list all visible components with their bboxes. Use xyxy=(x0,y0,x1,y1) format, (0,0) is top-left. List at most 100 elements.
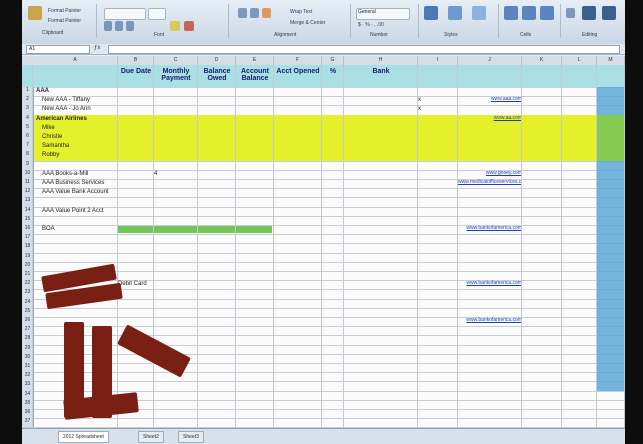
merge-center-button[interactable]: Merge & Center xyxy=(290,20,325,26)
highlight-band xyxy=(597,105,625,115)
orientation-icon[interactable] xyxy=(262,8,271,18)
column-header[interactable]: C xyxy=(154,56,198,65)
italic-icon[interactable] xyxy=(115,21,123,31)
cell-b[interactable] xyxy=(118,418,154,428)
formula-bar: A1 ƒx xyxy=(22,44,625,55)
highlight-band xyxy=(597,344,625,354)
photo-frame: Format Painter Format Painter Clipboard … xyxy=(0,0,643,444)
conditional-formatting-icon[interactable] xyxy=(424,6,438,20)
highlight-band xyxy=(597,215,625,225)
underline-icon[interactable] xyxy=(126,21,134,31)
highlight-band xyxy=(597,335,625,345)
column-header[interactable]: L xyxy=(562,56,597,65)
gridline xyxy=(343,65,344,428)
clipboard-group: Format Painter Format Painter Clipboard xyxy=(24,4,97,38)
format-icon[interactable] xyxy=(540,6,554,20)
highlight-band xyxy=(597,179,625,189)
find-select-icon[interactable] xyxy=(602,6,616,20)
highlight-band xyxy=(597,252,625,262)
fill-color-icon[interactable] xyxy=(170,21,180,31)
header-band: Due Date Monthly Payment Balance Owed Accou… xyxy=(22,65,625,88)
font-color-icon[interactable] xyxy=(184,21,194,31)
sheet-tab-bar: 2012 Spreadsheet Sheet2 Sheet3 xyxy=(22,428,625,444)
cell-styles-icon[interactable] xyxy=(472,6,486,20)
sort-filter-icon[interactable] xyxy=(582,6,596,20)
highlight-band xyxy=(597,96,625,106)
highlight-band xyxy=(597,298,625,308)
format-as-table-icon[interactable] xyxy=(448,6,462,20)
alignment-group: Wrap Text Merge & Center Alignment xyxy=(230,4,351,38)
highlight-band xyxy=(597,326,625,336)
highlight-band xyxy=(597,225,625,235)
cell-f[interactable] xyxy=(274,418,322,428)
column-header[interactable]: K xyxy=(522,56,562,65)
cell-g[interactable] xyxy=(322,418,344,428)
column-header[interactable]: I xyxy=(418,56,458,65)
column-header[interactable]: H xyxy=(344,56,418,65)
column-header[interactable]: M xyxy=(597,56,625,65)
highlight-band xyxy=(597,188,625,198)
highlight-band xyxy=(597,261,625,271)
highlight-band xyxy=(597,151,625,161)
cell-a[interactable] xyxy=(36,418,124,428)
cell-h[interactable] xyxy=(344,418,418,428)
font-size-box[interactable] xyxy=(148,8,166,20)
highlight-band xyxy=(597,234,625,244)
column-header[interactable]: B xyxy=(118,56,154,65)
gridline xyxy=(521,65,522,428)
highlight-band xyxy=(597,363,625,373)
cell-d[interactable] xyxy=(198,418,236,428)
highlight-band xyxy=(597,123,625,133)
align-top-icon[interactable] xyxy=(238,8,247,18)
highlight-band xyxy=(597,243,625,253)
font-group-label: Font xyxy=(154,32,165,38)
number-format-value: General xyxy=(358,9,376,15)
number-format-buttons[interactable]: $ · % · , .00 xyxy=(358,22,384,28)
format-painter-label[interactable]: Format Painter xyxy=(48,18,81,24)
cell-k[interactable] xyxy=(522,418,562,428)
highlight-band xyxy=(597,142,625,152)
highlight-band xyxy=(597,169,625,179)
wrap-text-button[interactable]: Wrap Text xyxy=(290,9,312,15)
column-header[interactable]: D xyxy=(198,56,236,65)
gridline xyxy=(235,65,236,428)
align-middle-icon[interactable] xyxy=(250,8,259,18)
function-icon[interactable]: ƒx xyxy=(94,45,104,52)
cells-group-label: Cells xyxy=(520,32,532,38)
highlight-band xyxy=(597,289,625,299)
paste-icon[interactable] xyxy=(28,6,42,20)
gridline xyxy=(117,65,118,428)
column-header[interactable]: E xyxy=(236,56,274,65)
highlight-band xyxy=(597,206,625,216)
cell-i[interactable] xyxy=(418,418,458,428)
ribbon-toolbar: Format Painter Format Painter Clipboard … xyxy=(22,0,625,45)
cell-c[interactable] xyxy=(154,418,198,428)
gridline xyxy=(321,65,322,428)
cell-j[interactable] xyxy=(458,418,522,428)
formula-input[interactable] xyxy=(108,45,620,54)
autosum-icon[interactable] xyxy=(566,8,575,18)
highlight-band xyxy=(597,133,625,143)
gridline xyxy=(197,65,198,428)
column-header[interactable]: G xyxy=(322,56,344,65)
column-header[interactable]: F xyxy=(274,56,322,65)
sheet-tab-active[interactable]: 2012 Spreadsheet xyxy=(58,431,109,443)
cut-label[interactable]: Format Painter xyxy=(48,8,81,14)
table-row[interactable]: 37 xyxy=(22,418,625,429)
gridline xyxy=(153,65,154,428)
delete-icon[interactable] xyxy=(522,6,536,20)
bold-icon[interactable] xyxy=(104,21,112,31)
highlight-band xyxy=(597,381,625,391)
highlight-band xyxy=(597,160,625,170)
column-header[interactable]: A xyxy=(33,56,118,65)
spreadsheet-window: Format Painter Format Painter Clipboard … xyxy=(22,0,625,444)
column-header[interactable]: J xyxy=(458,56,522,65)
gridline xyxy=(624,65,625,428)
highlight-band xyxy=(597,197,625,207)
cell-e[interactable] xyxy=(236,418,274,428)
insert-icon[interactable] xyxy=(504,6,518,20)
font-name-box[interactable] xyxy=(104,8,146,20)
name-box[interactable]: A1 xyxy=(26,45,90,54)
sheet-tab[interactable]: Sheet2 xyxy=(138,431,164,443)
sheet-tab[interactable]: Sheet3 xyxy=(178,431,204,443)
